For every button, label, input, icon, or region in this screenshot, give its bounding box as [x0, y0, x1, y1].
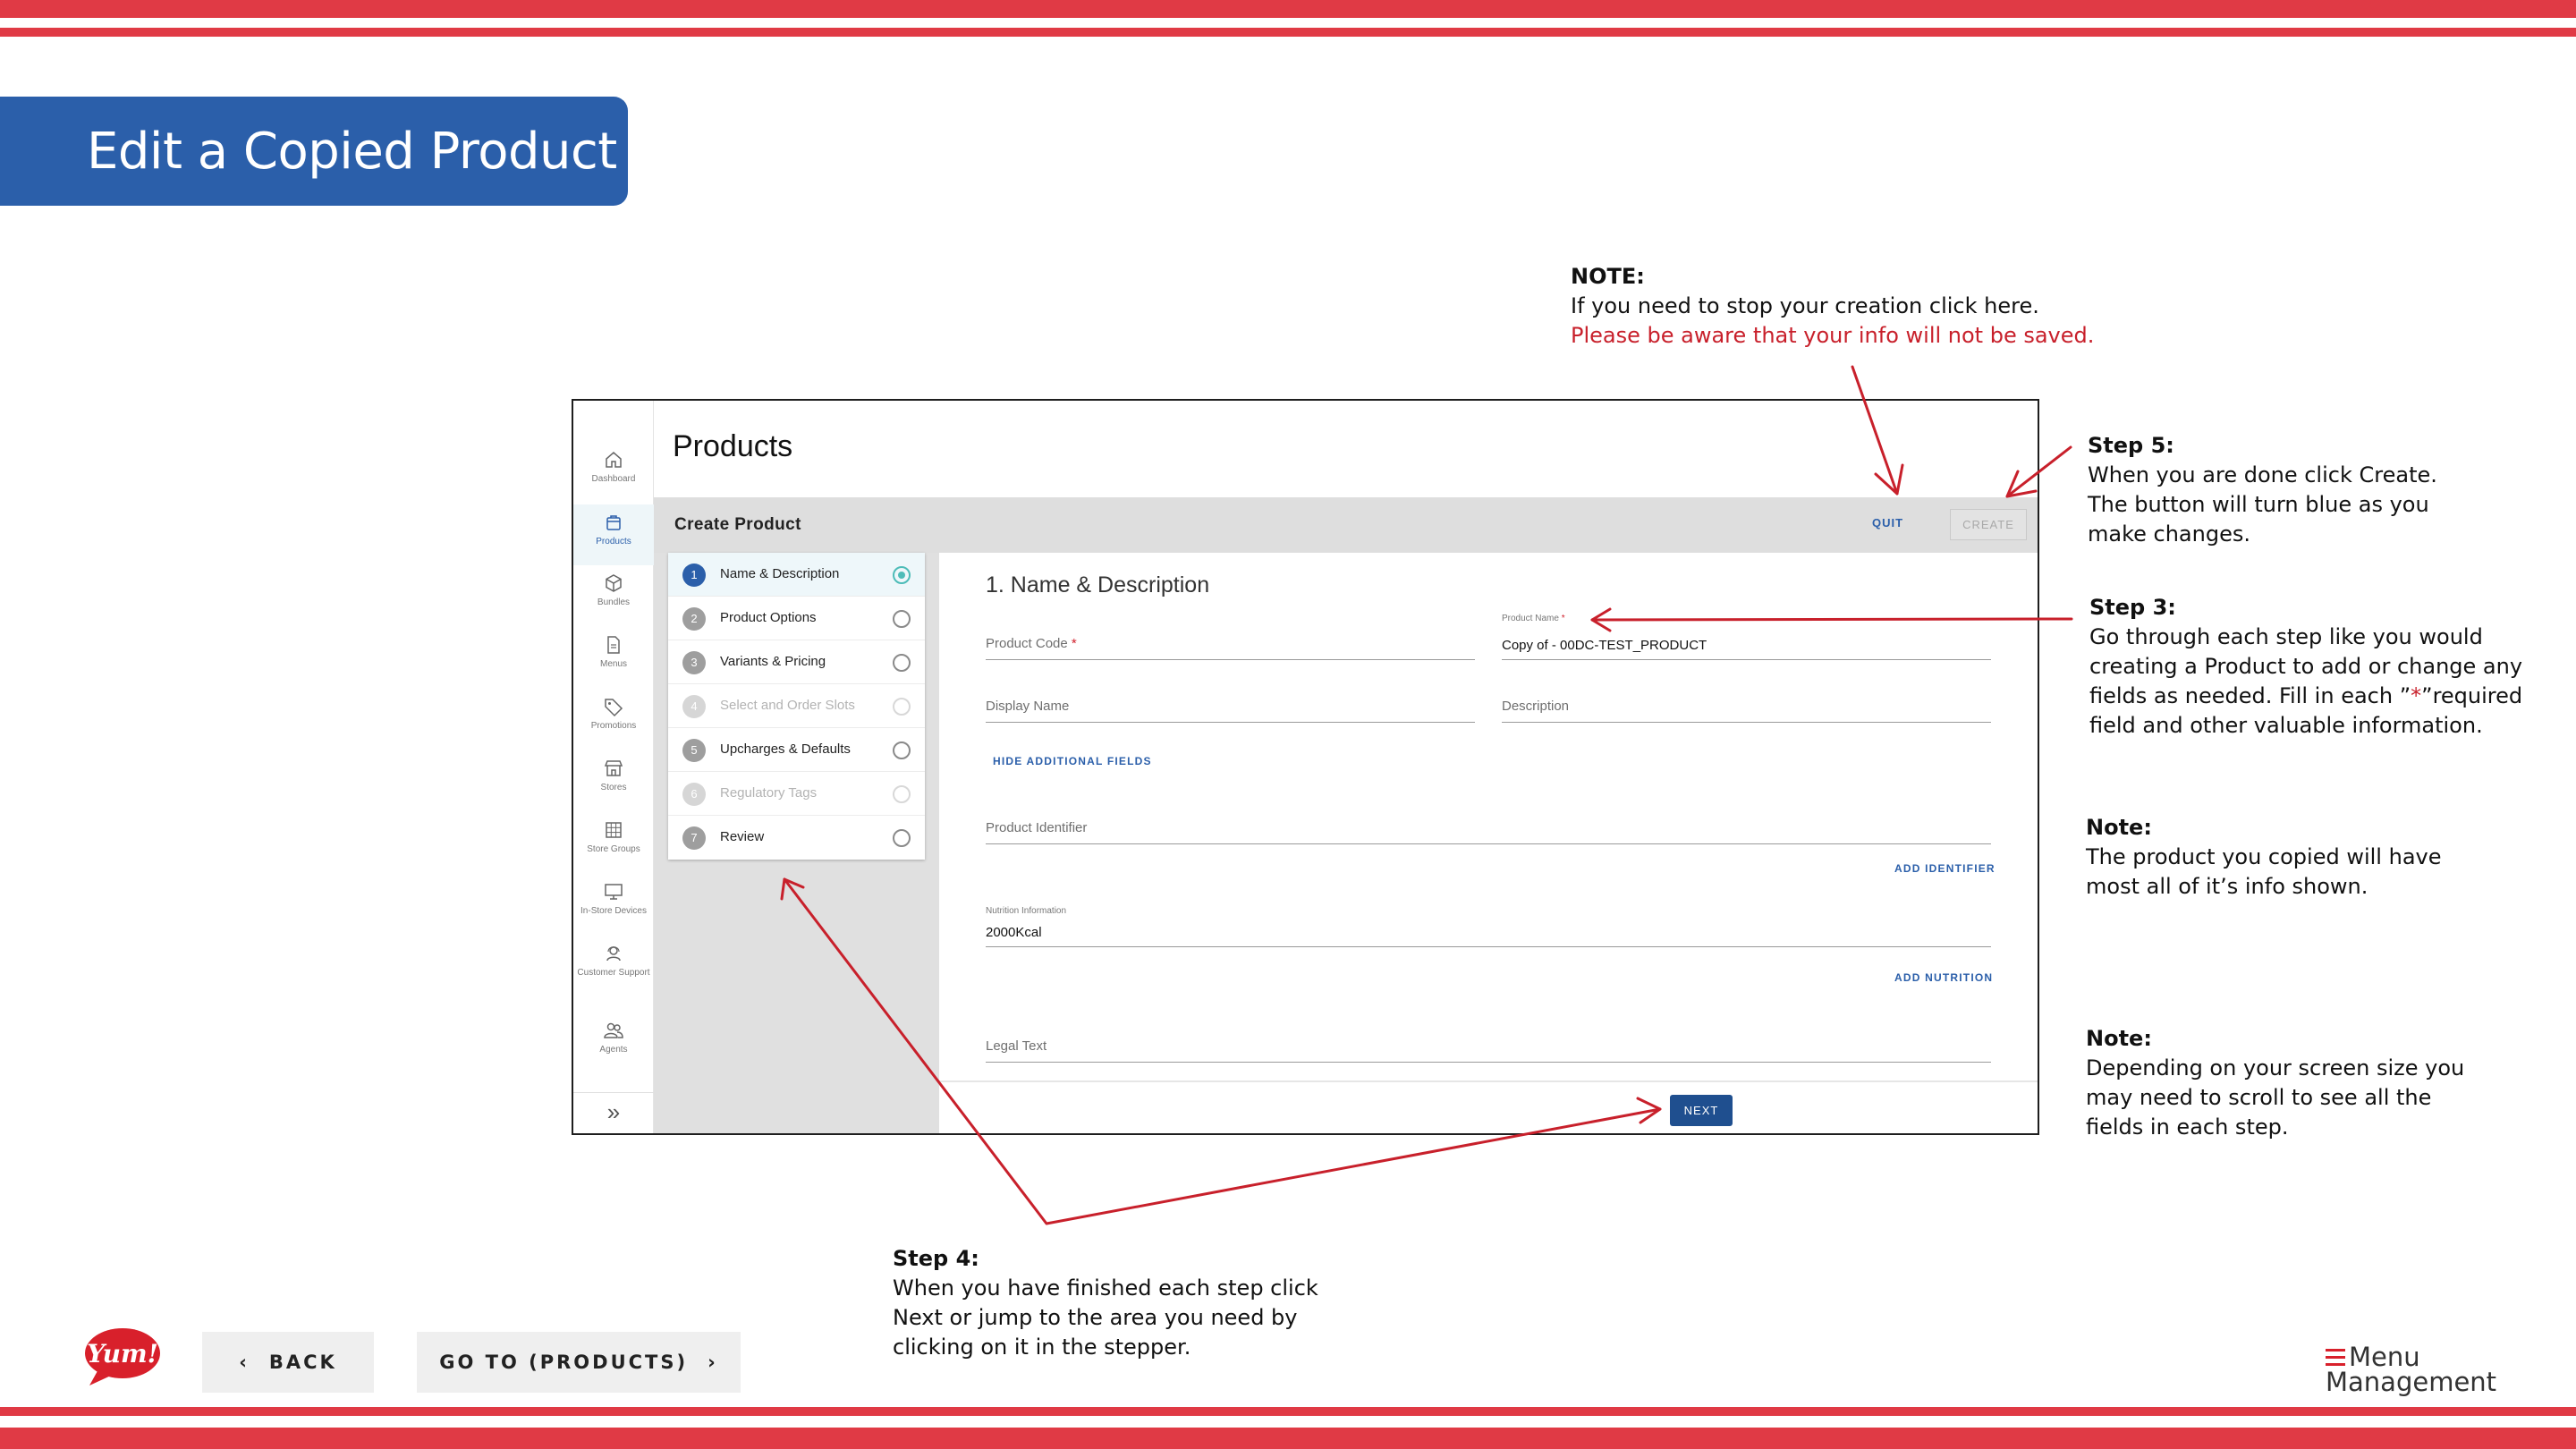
chevron-right-icon: › [708, 1352, 718, 1373]
back-button-label: BACK [268, 1352, 337, 1373]
arrow-to-stepper-and-next [780, 877, 1662, 1225]
menu-lines-icon [2326, 1349, 2345, 1366]
go-to-products-label: GO TO (PRODUCTS) [439, 1352, 689, 1373]
annotation-arrows [780, 365, 2073, 1225]
arrow-to-product-name [1590, 607, 2073, 632]
yum-logo-text: Yum! [87, 1339, 158, 1368]
arrow-to-quit [1851, 365, 1904, 496]
arrow-to-create [2005, 445, 2072, 498]
yum-logo: Yum! [82, 1326, 163, 1394]
back-button[interactable]: ‹ BACK [202, 1332, 374, 1393]
menu-management-logo: Menu Management [2324, 1342, 2496, 1397]
go-to-products-button[interactable]: GO TO (PRODUCTS) › [417, 1332, 741, 1393]
brand-line2: Management [2326, 1367, 2497, 1397]
chevron-left-icon: ‹ [239, 1352, 250, 1373]
